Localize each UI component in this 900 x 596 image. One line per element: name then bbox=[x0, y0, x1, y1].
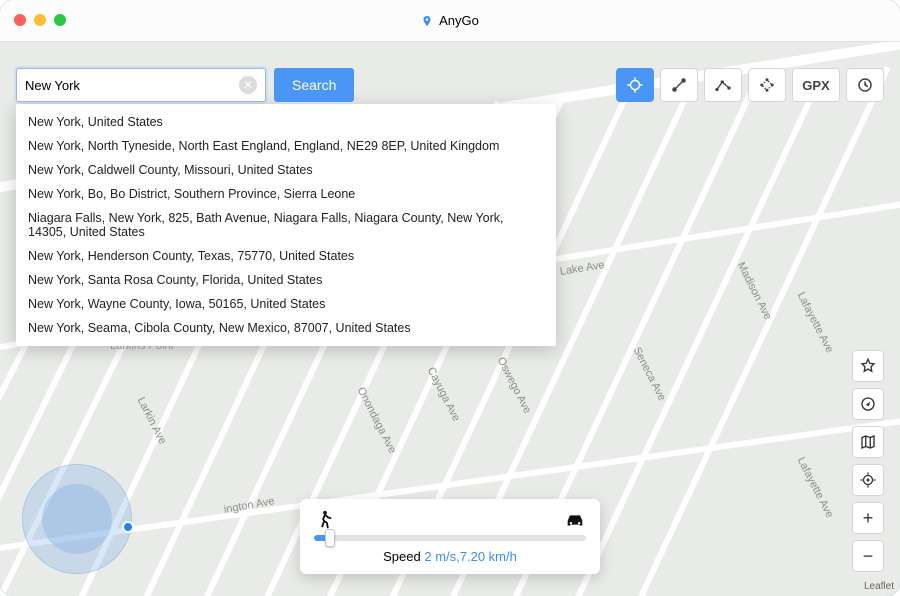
speed-label: Speed bbox=[383, 549, 421, 564]
clock-icon bbox=[856, 76, 874, 94]
suggestion-item[interactable]: New York, Santa Rosa County, Florida, Un… bbox=[16, 268, 556, 292]
walk-icon bbox=[314, 509, 336, 531]
car-icon bbox=[564, 509, 586, 531]
suggestion-item[interactable]: New York, North Tyneside, North East Eng… bbox=[16, 134, 556, 158]
zoom-in-button[interactable]: + bbox=[852, 502, 884, 534]
favorites-button[interactable] bbox=[852, 350, 884, 382]
suggestion-item[interactable]: New York, Caldwell County, Missouri, Uni… bbox=[16, 158, 556, 182]
multi-point-icon bbox=[714, 76, 732, 94]
speed-slider[interactable] bbox=[314, 535, 586, 541]
jump-mode-button[interactable] bbox=[748, 68, 786, 102]
app-window: AnyGo Larkins Point Lake Ave bbox=[0, 0, 900, 596]
compass-icon bbox=[859, 395, 877, 413]
map-attribution: Leaflet bbox=[864, 581, 894, 592]
teleport-mode-button[interactable] bbox=[616, 68, 654, 102]
fullscreen-window-button[interactable] bbox=[54, 14, 66, 26]
app-pin-icon bbox=[421, 13, 433, 29]
suggestion-item[interactable]: New York, Seama, Cibola County, New Mexi… bbox=[16, 316, 556, 340]
compass-button[interactable] bbox=[852, 388, 884, 420]
map-side-controls: + − bbox=[852, 350, 884, 572]
titlebar: AnyGo bbox=[0, 0, 900, 42]
map-layer-button[interactable] bbox=[852, 426, 884, 458]
minimize-window-button[interactable] bbox=[34, 14, 46, 26]
search-bar: ✕ Search bbox=[16, 68, 354, 102]
close-window-button[interactable] bbox=[14, 14, 26, 26]
mode-toolbar: GPX bbox=[616, 68, 884, 102]
speed-panel: Speed 2 m/s,7.20 km/h bbox=[300, 499, 600, 574]
target-icon bbox=[626, 76, 644, 94]
map-icon bbox=[859, 433, 877, 451]
history-button[interactable] bbox=[846, 68, 884, 102]
suggestion-item[interactable]: New York, Bo, Bo District, Southern Prov… bbox=[16, 182, 556, 206]
movement-joystick[interactable] bbox=[22, 464, 132, 574]
two-spot-mode-button[interactable] bbox=[660, 68, 698, 102]
app-title: AnyGo bbox=[439, 13, 479, 28]
jump-path-icon bbox=[758, 76, 776, 94]
two-point-icon bbox=[670, 76, 688, 94]
window-controls bbox=[14, 14, 66, 26]
speed-value: 2 m/s,7.20 km/h bbox=[424, 549, 516, 564]
suggestion-item[interactable]: New York, Wayne County, Iowa, 50165, Uni… bbox=[16, 292, 556, 316]
star-icon bbox=[859, 357, 877, 375]
locate-button[interactable] bbox=[852, 464, 884, 496]
slider-thumb-icon[interactable] bbox=[325, 529, 335, 547]
suggestion-item[interactable]: New York, Henderson County, Texas, 75770… bbox=[16, 244, 556, 268]
locate-icon bbox=[859, 471, 877, 489]
clear-search-icon[interactable]: ✕ bbox=[239, 76, 257, 94]
map-canvas[interactable]: Larkins Point Lake Ave Lake Ave Onondaga… bbox=[0, 42, 900, 596]
search-suggestions: New York, United States New York, North … bbox=[16, 104, 556, 346]
multi-spot-mode-button[interactable] bbox=[704, 68, 742, 102]
gpx-button[interactable]: GPX bbox=[792, 68, 840, 102]
search-button[interactable]: Search bbox=[274, 68, 354, 102]
zoom-out-button[interactable]: − bbox=[852, 540, 884, 572]
search-input[interactable] bbox=[25, 78, 239, 93]
suggestion-item[interactable]: Niagara Falls, New York, 825, Bath Avenu… bbox=[16, 206, 556, 244]
suggestion-item[interactable]: New York, United States bbox=[16, 110, 556, 134]
